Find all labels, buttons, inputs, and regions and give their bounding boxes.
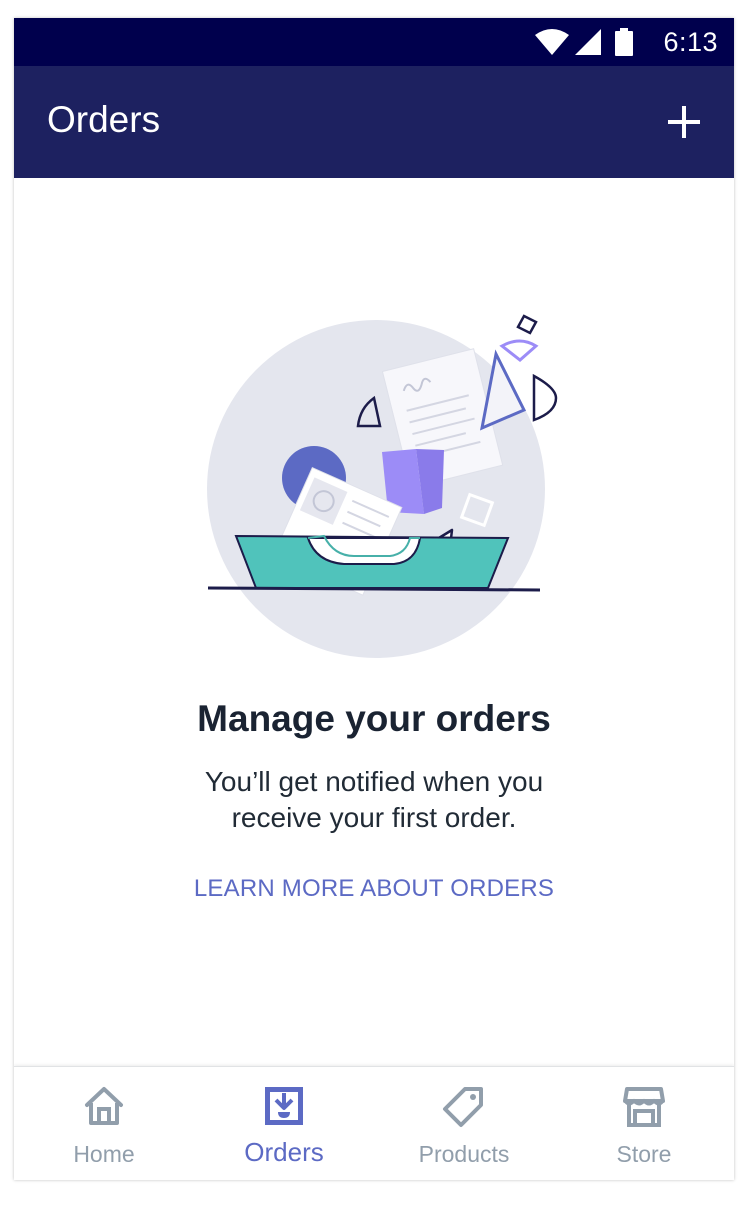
- status-bar: 6:13: [14, 18, 734, 66]
- battery-icon: [615, 28, 634, 56]
- app-bar: Orders: [14, 66, 734, 178]
- wifi-icon: [535, 29, 570, 55]
- nav-label-store: Store: [616, 1141, 672, 1167]
- orders-inbox-illustration: [207, 314, 558, 658]
- empty-state-title: Manage your orders: [197, 698, 551, 739]
- add-order-button[interactable]: [666, 104, 702, 140]
- page-title: Orders: [47, 99, 161, 140]
- bottom-navigation: Home Orders Products Store: [14, 1066, 734, 1180]
- nav-item-products[interactable]: Products: [374, 1067, 554, 1180]
- nav-label-products: Products: [418, 1141, 510, 1167]
- empty-state: Manage your orders You’ll get notified w…: [14, 178, 734, 1066]
- plus-icon: [668, 106, 700, 138]
- learn-more-link[interactable]: LEARN MORE ABOUT ORDERS: [14, 875, 734, 903]
- nav-label-home: Home: [73, 1141, 135, 1167]
- nav-item-home[interactable]: Home: [14, 1067, 194, 1180]
- empty-state-body: You’ll get notified when you receive you…: [204, 766, 544, 833]
- status-time: 6:13: [663, 26, 718, 57]
- tag-icon: [443, 1087, 483, 1127]
- home-icon: [85, 1087, 123, 1125]
- phone-screen: 6:13 Orders Manage your orders You’ll ge…: [14, 18, 734, 1180]
- nav-item-store[interactable]: Store: [554, 1067, 734, 1180]
- store-icon: [623, 1087, 665, 1127]
- signal-icon: [575, 29, 602, 55]
- orders-inbox-icon: [265, 1087, 303, 1125]
- nav-label-orders: Orders: [244, 1137, 324, 1167]
- nav-item-orders[interactable]: Orders: [194, 1067, 374, 1180]
- status-icons: 6:13: [535, 18, 718, 66]
